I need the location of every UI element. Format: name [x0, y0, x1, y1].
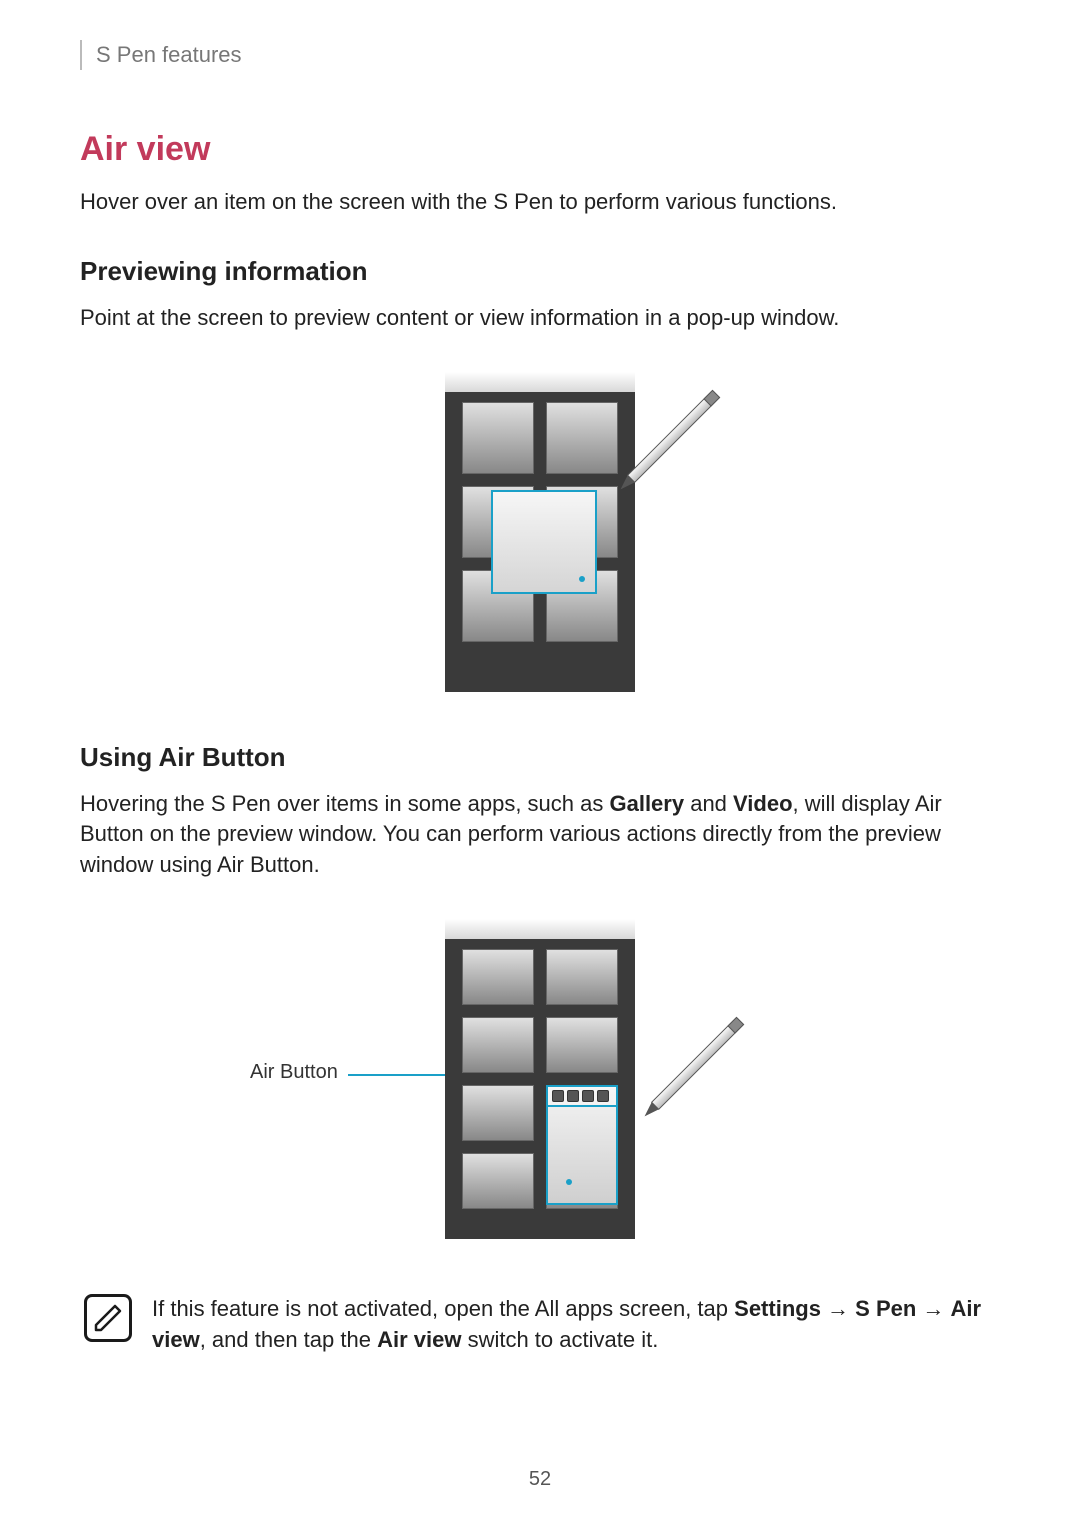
previewing-body: Point at the screen to preview content o… — [80, 303, 1000, 334]
callout-air-button-label: Air Button — [250, 1061, 338, 1084]
heading-previewing-information: Previewing information — [80, 256, 1000, 287]
s-pen-icon — [602, 989, 772, 1164]
thumbnail — [462, 1017, 534, 1073]
section-label: S Pen features — [96, 42, 242, 68]
note-text: If this feature is not activated, open t… — [152, 1294, 996, 1356]
text: and — [684, 791, 733, 816]
arrow: → — [916, 1296, 950, 1321]
air-button-body: Hovering the S Pen over items in some ap… — [80, 789, 1000, 881]
page-header: S Pen features — [80, 40, 1000, 70]
air-button-action-icon — [552, 1090, 564, 1102]
figure-preview — [80, 372, 1000, 692]
heading-air-view: Air view — [80, 130, 1000, 169]
s-pen-icon — [578, 362, 748, 537]
page-number: 52 — [0, 1468, 1080, 1491]
bold-gallery: Gallery — [609, 791, 684, 816]
bold-spen: S Pen — [855, 1296, 916, 1321]
air-button-action-icon — [567, 1090, 579, 1102]
bold-video: Video — [733, 791, 793, 816]
thumbnail — [462, 1085, 534, 1141]
text: switch to activate it. — [461, 1327, 658, 1352]
heading-using-air-button: Using Air Button — [80, 742, 1000, 773]
air-button-action-icon — [582, 1090, 594, 1102]
header-rule — [80, 40, 82, 70]
phone-statusbar — [445, 919, 635, 939]
text: , and then tap the — [200, 1327, 377, 1352]
thumbnail — [462, 949, 534, 1005]
text: If this feature is not activated, open t… — [152, 1296, 734, 1321]
intro-paragraph: Hover over an item on the screen with th… — [80, 187, 1000, 218]
arrow: → — [821, 1296, 855, 1321]
thumbnail — [462, 402, 534, 474]
bold-air-view-switch: Air view — [377, 1327, 461, 1352]
bold-settings: Settings — [734, 1296, 821, 1321]
note-block: If this feature is not activated, open t… — [80, 1294, 1000, 1356]
text: Hovering the S Pen over items in some ap… — [80, 791, 609, 816]
thumbnail — [462, 1153, 534, 1209]
note-icon — [84, 1294, 132, 1342]
figure-air-button: Air Button — [80, 919, 1000, 1239]
